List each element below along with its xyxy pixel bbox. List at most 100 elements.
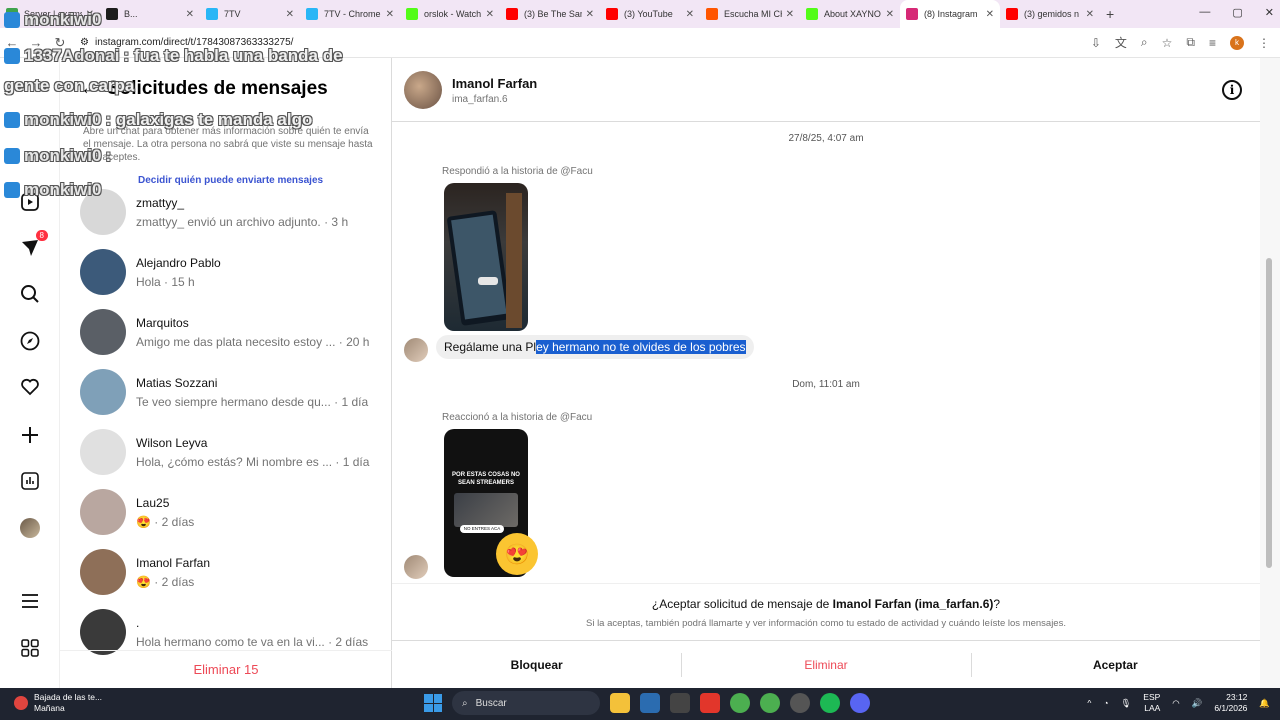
page-scrollbar[interactable] — [1260, 58, 1280, 688]
close-tab-icon[interactable]: ✕ — [786, 9, 794, 20]
overlay-username: monkiwi0 — [24, 110, 102, 129]
accept-request-prompt: ¿Aceptar solicitud de mensaje de Imanol … — [392, 583, 1260, 637]
delete-all-requests-button[interactable]: Eliminar 15 — [60, 650, 392, 688]
browser-tab[interactable]: About XAYNO ✕ — [800, 0, 900, 28]
tab-title: B... — [124, 9, 138, 19]
obs-icon[interactable] — [790, 693, 810, 713]
wifi-icon[interactable]: ◠ — [1172, 698, 1179, 709]
tab-title: (3) Be The Sam — [524, 9, 582, 19]
close-tab-icon[interactable]: ✕ — [986, 9, 994, 20]
browser-tab[interactable]: (3) gemidos n ✕ — [1000, 0, 1100, 28]
heart-notifications-icon[interactable] — [18, 375, 42, 399]
sender-avatar-2[interactable] — [404, 555, 428, 579]
browser-tab[interactable]: (3) YouTube ✕ — [600, 0, 700, 28]
message-bubble[interactable]: Regálame una Pley hermano no te olvides … — [436, 335, 754, 359]
close-tab-icon[interactable]: ✕ — [186, 9, 194, 20]
browser-menu-icon[interactable]: ⋮ — [1258, 36, 1270, 50]
overlay-chat-line: 1337Adonai: fua te habla una banda de — [4, 46, 343, 66]
browser-tab[interactable]: (8) Instagram ✕ — [900, 0, 1000, 28]
contact-avatar[interactable] — [404, 71, 442, 109]
chrome-icon-2[interactable] — [760, 693, 780, 713]
sender-avatar[interactable] — [404, 338, 428, 362]
request-list-item[interactable]: Imanol Farfan 😍 · 2 días — [80, 544, 380, 600]
app-icon-1[interactable] — [640, 693, 660, 713]
close-tab-icon[interactable]: ✕ — [386, 9, 394, 20]
request-list-item[interactable]: Matias Sozzani Te veo siempre hermano des… — [80, 364, 380, 420]
request-list-item[interactable]: zmattyy_ zmattyy_ envió un archivo adjunt… — [80, 184, 380, 240]
contact-name[interactable]: Imanol Farfan — [452, 76, 537, 91]
browser-tab[interactable]: orslok - Watch ✕ — [400, 0, 500, 28]
taskbar-apps: ⌕ Buscar — [424, 691, 870, 715]
reading-list-icon[interactable]: ≡ — [1209, 36, 1216, 50]
conversation-header: Imanol Farfan ima_farfan.6 i — [392, 58, 1260, 122]
close-tab-icon[interactable]: ✕ — [586, 9, 594, 20]
tab-favicon-icon — [706, 8, 718, 20]
request-sender-name: Alejandro Pablo — [136, 255, 221, 270]
zoom-icon[interactable]: ⌕ — [1141, 35, 1148, 50]
messenger-icon[interactable]: 8 — [18, 230, 48, 260]
tray-chevron-icon[interactable]: ^ — [1087, 698, 1091, 708]
browser-tab[interactable]: 7TV - Chrome ✕ — [300, 0, 400, 28]
discord-icon[interactable] — [850, 693, 870, 713]
request-sender-name: zmattyy_ — [136, 195, 185, 210]
browser-tab[interactable]: Escucha MI CH ✕ — [700, 0, 800, 28]
close-tab-icon[interactable]: ✕ — [1086, 9, 1094, 20]
overlay-username: monkiwi0 — [24, 10, 102, 29]
tab-favicon-icon — [306, 8, 318, 20]
translate-icon[interactable]: 文 — [1115, 34, 1127, 51]
install-app-icon[interactable]: ⇩ — [1091, 36, 1101, 50]
request-list-item[interactable]: Lau25 😍 · 2 días — [80, 484, 380, 540]
browser-tab[interactable]: 7TV ✕ — [200, 0, 300, 28]
explore-compass-icon[interactable] — [18, 329, 42, 353]
info-icon[interactable]: i — [1222, 80, 1242, 100]
menu-hamburger-icon[interactable] — [18, 589, 42, 613]
extensions-icon[interactable]: ⧉ — [1186, 35, 1195, 50]
tab-favicon-icon — [806, 8, 818, 20]
request-list-item[interactable]: Alejandro Pablo Hola · 15 h — [80, 244, 380, 300]
requests-title-text: Solicitudes de mensajes — [107, 78, 328, 99]
new-tab-icon[interactable]: + — [1106, 6, 1114, 22]
request-preview: Te veo siempre hermano desde qu... · 1 d… — [136, 394, 369, 409]
delete-button[interactable]: Eliminar — [681, 641, 970, 688]
app-icon-2[interactable] — [700, 693, 720, 713]
browser-tab[interactable]: B... ✕ — [100, 0, 200, 28]
start-windows-icon[interactable] — [424, 694, 442, 712]
browser-tab[interactable]: (3) Be The Sam ✕ — [500, 0, 600, 28]
block-button[interactable]: Bloquear — [392, 641, 681, 688]
taskbar-search[interactable]: ⌕ Buscar — [452, 691, 600, 715]
profile-avatar[interactable]: k — [1230, 35, 1244, 50]
volume-icon[interactable]: 🔊 — [1192, 698, 1203, 709]
close-tab-icon[interactable]: ✕ — [486, 9, 494, 20]
store-icon[interactable] — [670, 693, 690, 713]
accept-button[interactable]: Aceptar — [970, 641, 1260, 688]
tab-title: (3) gemidos n — [1024, 9, 1080, 19]
weather-widget[interactable]: Bajada de las te... Mañana — [14, 692, 102, 714]
close-tab-icon[interactable]: ✕ — [886, 9, 894, 20]
language-indicator[interactable]: ESP LAA — [1143, 692, 1160, 714]
chrome-icon[interactable] — [730, 693, 750, 713]
file-explorer-icon[interactable] — [610, 693, 630, 713]
notification-bell-icon[interactable]: 🔔 — [1259, 698, 1270, 709]
bookmark-star-icon[interactable]: ☆ — [1162, 36, 1173, 50]
request-list-item[interactable]: Wilson Leyva Hola, ¿cómo estás? Mi nombre… — [80, 424, 380, 480]
spotify-icon[interactable] — [820, 693, 840, 713]
dashboard-icon[interactable] — [18, 469, 42, 493]
profile-avatar-rail[interactable] — [18, 516, 42, 540]
maximize-icon[interactable]: ▢ — [1232, 6, 1242, 19]
system-tray: ^ ◔ 🎙 ESP LAA ◠ 🔊 23:12 6/1/2026 🔔 — [1087, 692, 1270, 714]
network-icon[interactable]: ◔ — [1103, 698, 1108, 708]
tab-favicon-icon — [506, 8, 518, 20]
mic-icon[interactable]: 🎙 — [1120, 698, 1131, 709]
close-window-icon[interactable]: ✕ — [1265, 6, 1274, 19]
create-plus-icon[interactable] — [18, 423, 42, 447]
scrollbar-thumb[interactable] — [1266, 258, 1272, 568]
clock[interactable]: 23:12 6/1/2026 — [1214, 692, 1247, 714]
story-thumbnail[interactable] — [444, 183, 528, 331]
request-list-item[interactable]: Marquitos Amigo me das plata necesito est… — [80, 304, 380, 360]
search-icon[interactable] — [18, 282, 42, 306]
more-apps-grid-icon[interactable] — [18, 636, 42, 660]
minimize-icon[interactable]: — — [1199, 6, 1210, 19]
close-tab-icon[interactable]: ✕ — [686, 9, 694, 20]
clock-time: 23:12 — [1226, 692, 1248, 702]
close-tab-icon[interactable]: ✕ — [286, 9, 294, 20]
